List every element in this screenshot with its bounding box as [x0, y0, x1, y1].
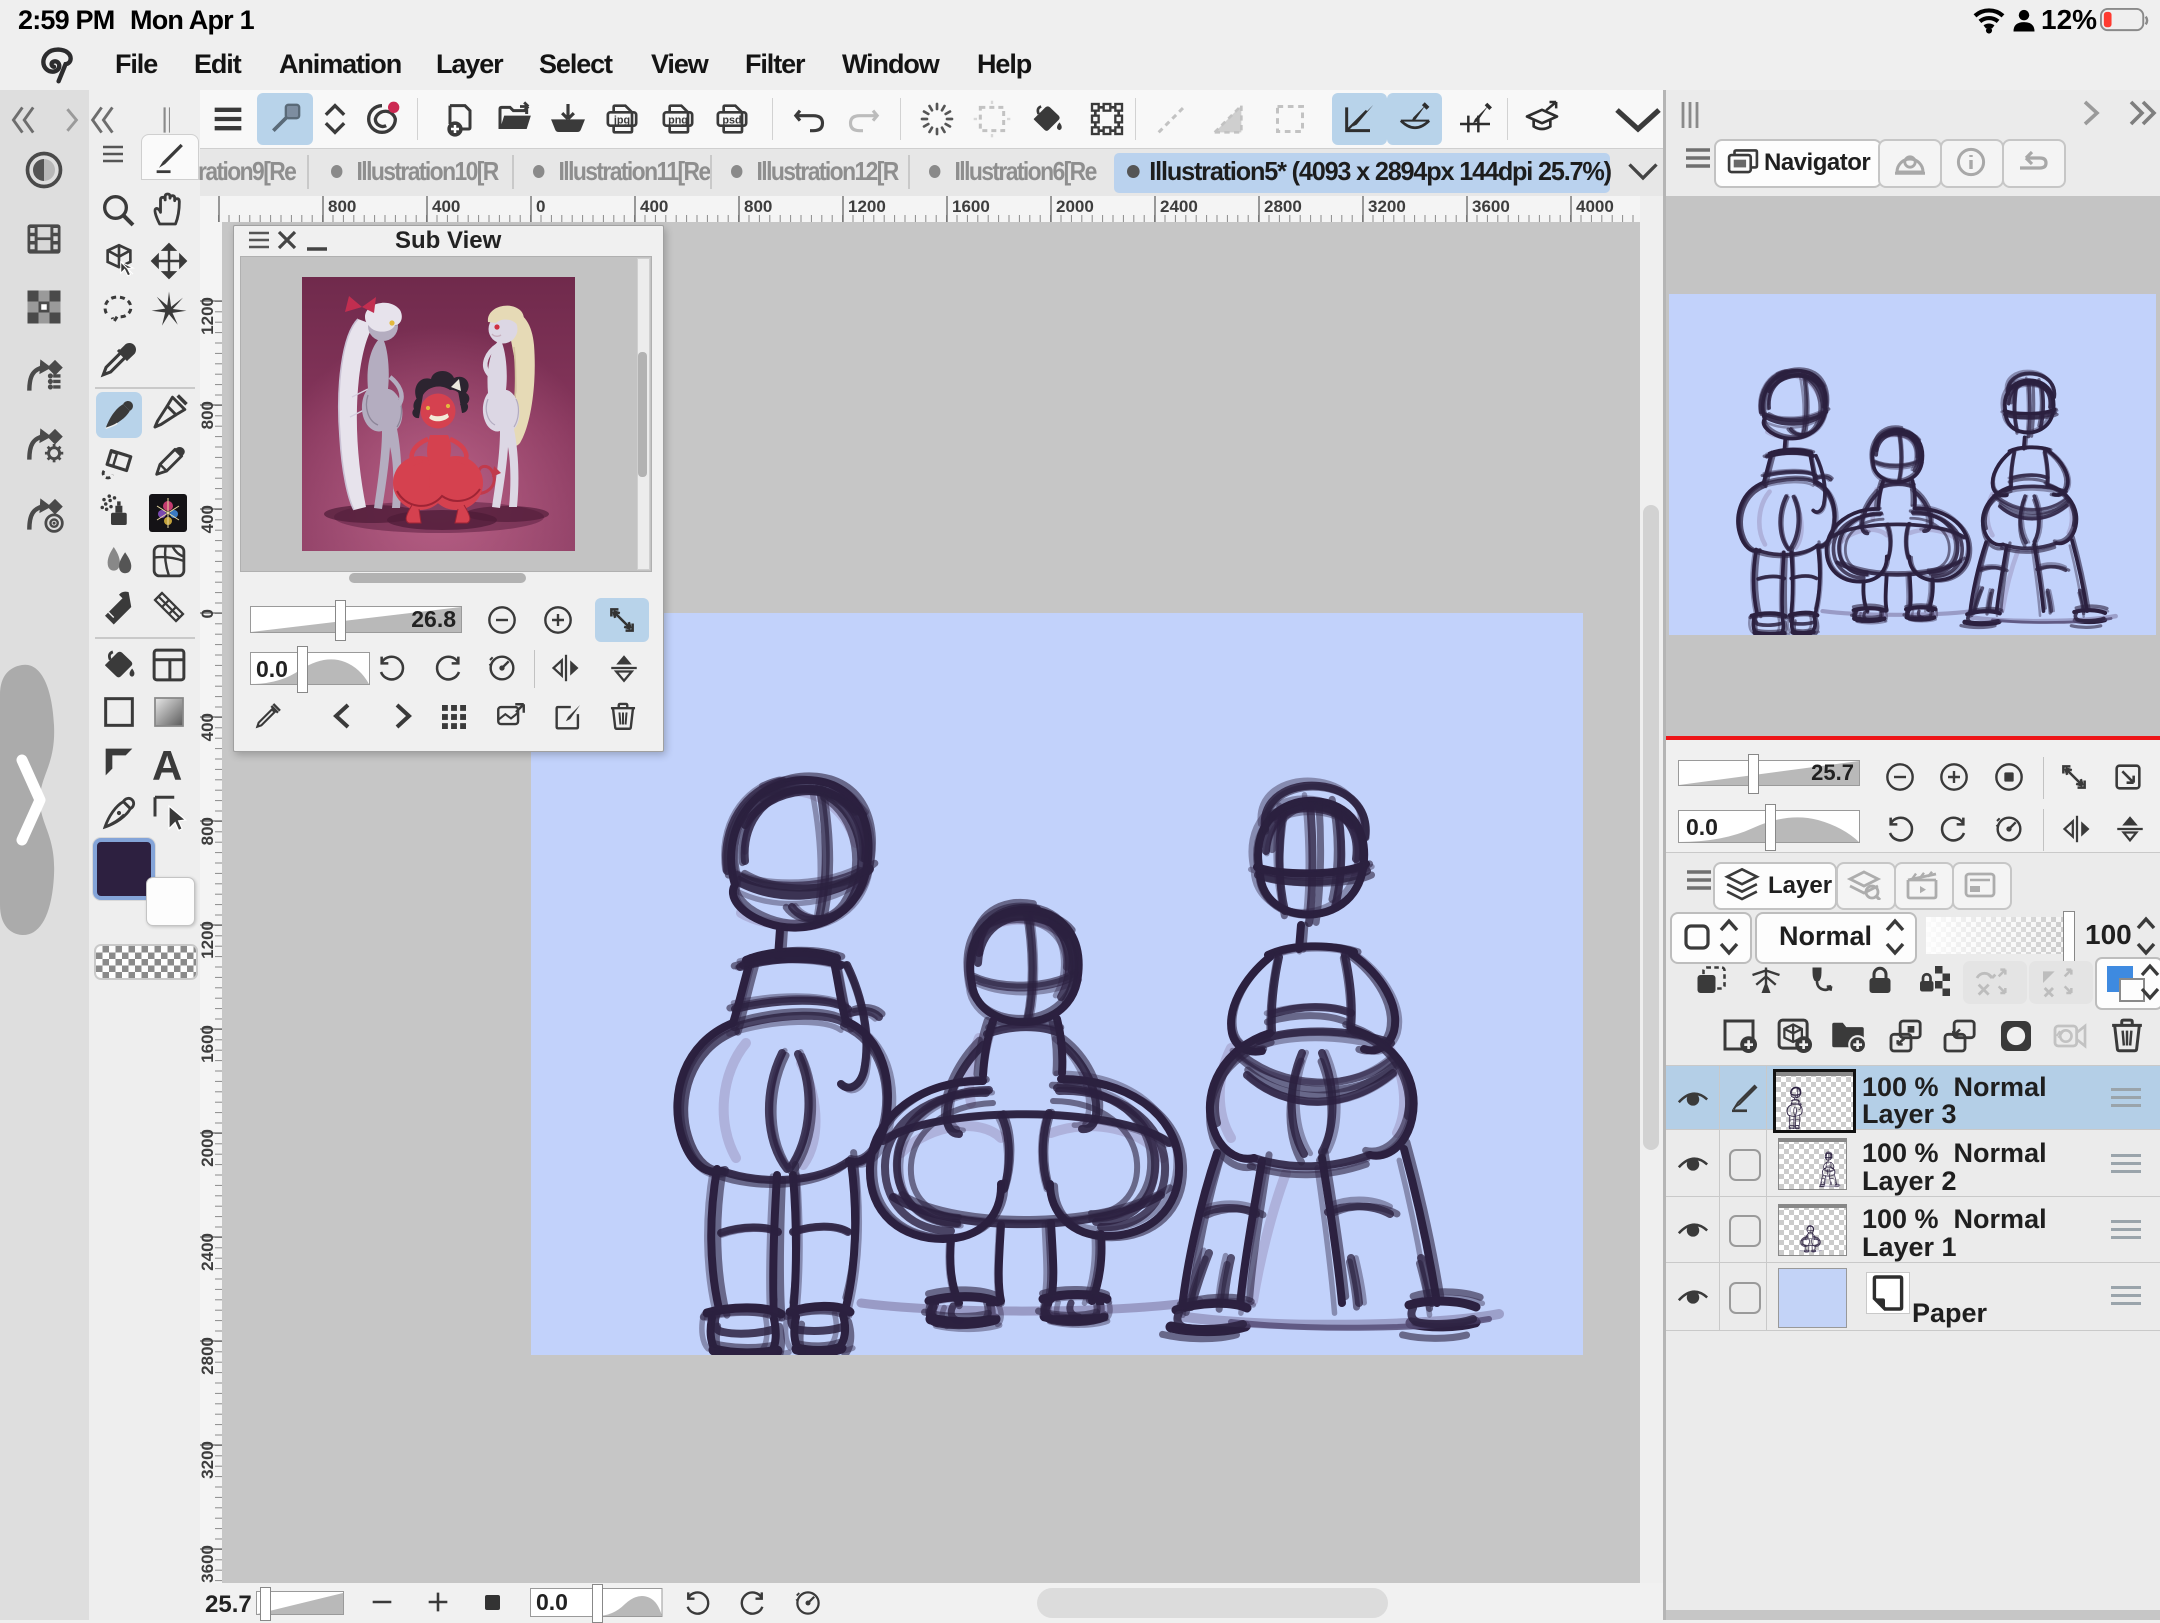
svg-text:0.0: 0.0	[1686, 814, 1718, 840]
svg-text:0: 0	[200, 609, 217, 618]
svg-text:1200: 1200	[200, 297, 217, 335]
svg-text:2800: 2800	[200, 1337, 217, 1375]
svg-text:1600: 1600	[200, 1025, 217, 1063]
svg-text:3200: 3200	[200, 1441, 217, 1479]
svg-text:2400: 2400	[1160, 197, 1198, 216]
svg-text:3600: 3600	[200, 1545, 217, 1583]
svg-text:400: 400	[432, 197, 460, 216]
svg-text:3600: 3600	[1472, 197, 1510, 216]
svg-text:2000: 2000	[200, 1129, 217, 1167]
svg-text:0: 0	[536, 197, 545, 216]
svg-text:2400: 2400	[200, 1233, 217, 1271]
svg-text:3200: 3200	[1368, 197, 1406, 216]
svg-text:25.7: 25.7	[1811, 760, 1854, 785]
svg-text:0.0: 0.0	[256, 656, 288, 682]
svg-text:1200: 1200	[848, 197, 886, 216]
svg-text:1600: 1600	[952, 197, 990, 216]
svg-text:psd: psd	[722, 114, 741, 126]
svg-text:2000: 2000	[1056, 197, 1094, 216]
svg-text:800: 800	[744, 197, 772, 216]
svg-text:26.8: 26.8	[411, 606, 456, 632]
svg-text:800: 800	[200, 401, 217, 429]
svg-text:400: 400	[640, 197, 668, 216]
svg-text:2800: 2800	[1264, 197, 1302, 216]
svg-text:4000: 4000	[1576, 197, 1614, 216]
svg-text:400: 400	[200, 505, 217, 533]
svg-text:1200: 1200	[200, 921, 217, 959]
svg-text:0.0: 0.0	[536, 1589, 568, 1615]
svg-text:800: 800	[328, 197, 356, 216]
svg-text:jpg: jpg	[613, 114, 630, 126]
svg-text:400: 400	[200, 713, 217, 741]
svg-text:png: png	[668, 114, 688, 126]
svg-text:800: 800	[200, 817, 217, 845]
